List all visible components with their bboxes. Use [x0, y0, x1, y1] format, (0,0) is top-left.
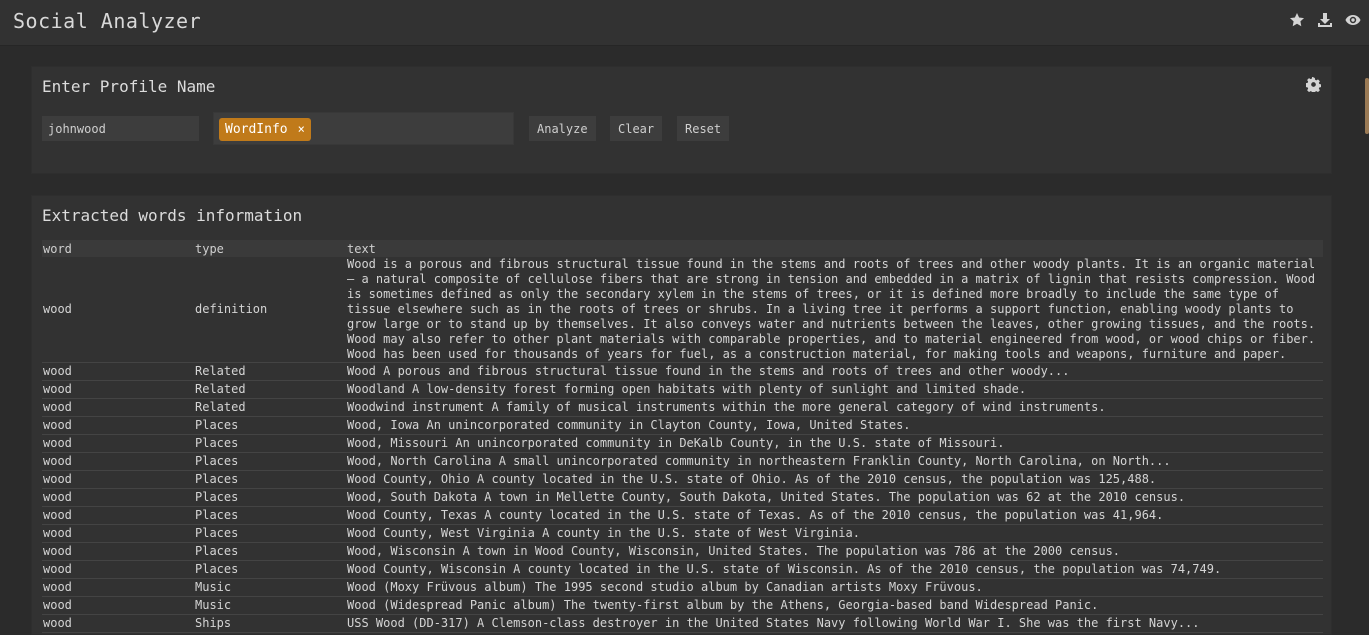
cell-text: USS Wood (DD-317) A Clemson-class destro…: [346, 614, 1323, 633]
cell-word: wood: [42, 380, 194, 399]
gear-icon[interactable]: [1305, 76, 1322, 94]
column-header-text: text: [346, 240, 1323, 257]
cell-word: wood: [42, 488, 194, 507]
cell-type: Places: [194, 470, 346, 489]
cell-word: wood: [42, 578, 194, 597]
cell-type: Places: [194, 416, 346, 435]
cell-type: Places: [194, 560, 346, 579]
cell-word: wood: [42, 470, 194, 489]
table-row: wood Places Wood, North Carolina A small u…: [42, 452, 1323, 471]
cell-word: wood: [42, 506, 194, 525]
reset-button[interactable]: Reset: [677, 116, 730, 141]
table-row: wood Places Wood County, West Virginia A c…: [42, 524, 1323, 543]
words-panel-title: Extracted words information: [42, 206, 303, 225]
profile-panel: Enter Profile Name WordInfo × Analyze Cl…: [31, 66, 1332, 174]
cell-type: Music: [194, 578, 346, 597]
scrollbar-thumb[interactable]: [1365, 78, 1369, 134]
profile-name-input[interactable]: [42, 116, 199, 141]
table-row: wood Places Wood, Wisconsin A town in Wood…: [42, 542, 1323, 561]
table-row: wood Places Wood County, Ohio A county loc…: [42, 470, 1323, 489]
tag-label: WordInfo: [225, 122, 288, 137]
cell-text: Woodland A low-density forest forming op…: [346, 380, 1323, 399]
cell-type: Places: [194, 542, 346, 561]
table-row: wood Music Wood (Moxy Früvous album) The 1…: [42, 578, 1323, 597]
analysis-tags-input[interactable]: WordInfo ×: [213, 112, 514, 145]
cell-word: wood: [42, 434, 194, 453]
cell-text: Wood County, Ohio A county located in th…: [346, 470, 1323, 489]
cell-text: Wood A porous and fibrous structural tis…: [346, 362, 1323, 381]
cell-type: Related: [194, 398, 346, 417]
column-header-type: type: [194, 240, 346, 257]
table-row: wood definition Wood is a porous and fibro…: [42, 257, 1323, 363]
table-row: wood Related Woodland A low-density forest…: [42, 380, 1323, 399]
cell-word: wood: [42, 560, 194, 579]
top-bar: Social Analyzer: [0, 0, 1369, 46]
top-icons: [1289, 12, 1361, 30]
cell-type: definition: [194, 257, 346, 363]
analyze-button[interactable]: Analyze: [529, 116, 596, 141]
cell-text: Wood, South Dakota A town in Mellette Co…: [346, 488, 1323, 507]
cell-type: Places: [194, 524, 346, 543]
cell-type: Places: [194, 506, 346, 525]
cell-type: Places: [194, 434, 346, 453]
table-row: wood Ships USS Wood (DD-317) A Clemson-cla…: [42, 614, 1323, 633]
cell-type: Music: [194, 596, 346, 615]
eye-icon[interactable]: [1345, 12, 1361, 30]
words-panel: Extracted words information word type te…: [31, 195, 1332, 635]
star-icon[interactable]: [1289, 12, 1305, 30]
table-row: wood Music Wood (Widespread Panic album) T…: [42, 596, 1323, 615]
cell-word: wood: [42, 596, 194, 615]
column-header-word: word: [42, 240, 194, 257]
cell-word: wood: [42, 452, 194, 471]
table-body: wood definition Wood is a porous and fibro…: [42, 257, 1323, 633]
cell-text: Wood (Moxy Früvous album) The 1995 secon…: [346, 578, 1323, 597]
cell-word: wood: [42, 398, 194, 417]
app-title: Social Analyzer: [13, 9, 202, 33]
table-row: wood Places Wood County, Wisconsin A count…: [42, 560, 1323, 579]
cell-text: Woodwind instrument A family of musical …: [346, 398, 1323, 417]
cell-text: Wood, North Carolina A small unincorpora…: [346, 452, 1323, 471]
cell-word: wood: [42, 257, 194, 363]
cell-word: wood: [42, 614, 194, 633]
table-header-row: word type text: [42, 240, 1323, 257]
table-row: wood Places Wood County, Texas A county lo…: [42, 506, 1323, 525]
cell-text: Wood (Widespread Panic album) The twenty…: [346, 596, 1323, 615]
table-row: wood Related Woodwind instrument A family …: [42, 398, 1323, 417]
table-row: wood Places Wood, Missouri An unincorporat…: [42, 434, 1323, 453]
wordinfo-tag: WordInfo ×: [219, 118, 311, 141]
table-row: wood Places Wood, Iowa An unincorporated c…: [42, 416, 1323, 435]
cell-word: wood: [42, 524, 194, 543]
cell-word: wood: [42, 542, 194, 561]
cell-word: wood: [42, 362, 194, 381]
cell-type: Ships: [194, 614, 346, 633]
clear-button[interactable]: Clear: [610, 116, 663, 141]
cell-text: Wood County, Texas A county located in t…: [346, 506, 1323, 525]
cell-word: wood: [42, 416, 194, 435]
profile-panel-title: Enter Profile Name: [42, 77, 216, 96]
table-row: wood Related Wood A porous and fibrous str…: [42, 362, 1323, 381]
cell-text: Wood County, West Virginia A county in t…: [346, 524, 1323, 543]
cell-type: Related: [194, 380, 346, 399]
table-row: wood Places Wood, South Dakota A town in M…: [42, 488, 1323, 507]
cell-text: Wood is a porous and fibrous structural …: [346, 257, 1323, 363]
tag-remove-icon[interactable]: ×: [298, 118, 305, 141]
cell-text: Wood County, Wisconsin A county located …: [346, 560, 1323, 579]
download-icon[interactable]: [1317, 12, 1333, 30]
cell-text: Wood, Iowa An unincorporated community i…: [346, 416, 1323, 435]
words-table: word type text wood definition Wood is a p…: [42, 240, 1323, 633]
cell-type: Places: [194, 452, 346, 471]
cell-text: Wood, Missouri An unincorporated communi…: [346, 434, 1323, 453]
cell-text: Wood, Wisconsin A town in Wood County, W…: [346, 542, 1323, 561]
cell-type: Places: [194, 488, 346, 507]
cell-type: Related: [194, 362, 346, 381]
